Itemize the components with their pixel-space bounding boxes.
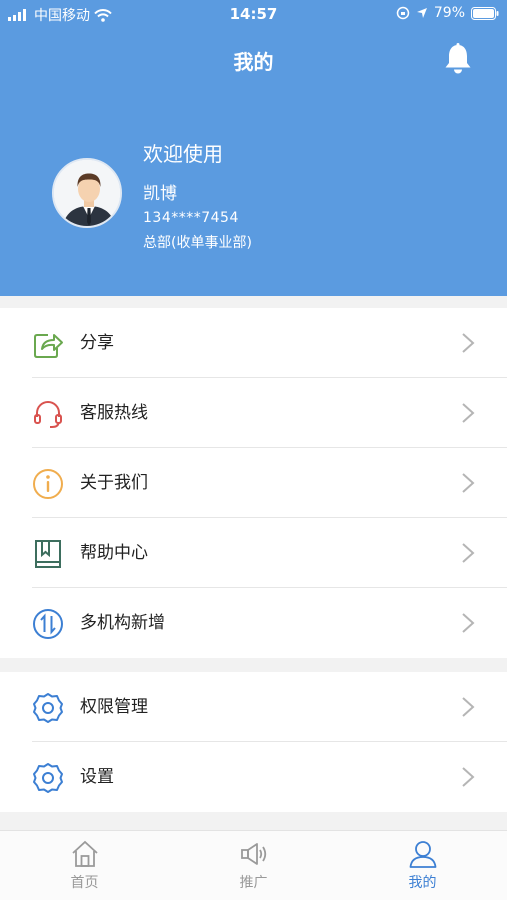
menu-group-1: 分享 客服热线 关于我们 帮助中心 多机构新增: [0, 308, 507, 658]
location-icon: [416, 8, 427, 18]
tab-home[interactable]: 首页: [0, 831, 169, 900]
bell-icon[interactable]: [441, 42, 475, 76]
menu-item-hotline[interactable]: 客服热线: [0, 378, 507, 448]
tab-promote[interactable]: 推广: [169, 831, 338, 900]
menu-item-add-institution[interactable]: 多机构新增: [0, 588, 507, 658]
tab-bar: 首页 推广 我的: [0, 830, 507, 900]
battery-percent: 79%: [433, 5, 465, 21]
menu-label-hotline: 客服热线: [80, 403, 148, 423]
menu-item-help[interactable]: 帮助中心: [0, 518, 507, 588]
page-title: 我的: [233, 50, 274, 74]
user-name: 凯博: [143, 184, 177, 204]
menu-item-about[interactable]: 关于我们: [0, 448, 507, 518]
home-icon: [71, 840, 98, 867]
battery-icon: [471, 6, 499, 20]
profile-header: 中国移动 14:57 79% 我的 欢迎使用 凯博 134****7454 总部…: [0, 0, 507, 296]
menu-item-permissions[interactable]: 权限管理: [0, 672, 507, 742]
menu-item-settings[interactable]: 设置: [0, 742, 507, 812]
user-department: 总部(收单事业部): [143, 235, 252, 251]
menu-label-settings: 设置: [80, 767, 114, 787]
menu-item-share[interactable]: 分享: [0, 308, 507, 378]
menu-label-help: 帮助中心: [80, 543, 148, 563]
chevron-right-icon: [462, 473, 475, 493]
tab-label-promote: 推广: [239, 875, 268, 891]
tab-mine[interactable]: 我的: [338, 831, 507, 900]
tab-label-mine: 我的: [408, 875, 437, 891]
avatar-person-icon: [54, 160, 120, 226]
chevron-right-icon: [462, 697, 475, 717]
book-icon: [35, 540, 61, 568]
megaphone-icon: [240, 843, 266, 865]
chevron-right-icon: [462, 403, 475, 423]
chevron-right-icon: [462, 767, 475, 787]
gear-icon: [33, 763, 63, 793]
info-icon: [33, 469, 63, 499]
menu-group-2: 权限管理 设置: [0, 672, 507, 812]
headset-icon: [34, 401, 62, 428]
tab-label-home: 首页: [70, 875, 99, 891]
chevron-right-icon: [462, 613, 475, 633]
menu-label-add-institution: 多机构新增: [80, 613, 165, 633]
menu-label-permissions: 权限管理: [80, 697, 148, 717]
menu-label-share: 分享: [80, 333, 114, 353]
status-right: 79%: [396, 5, 499, 21]
welcome-text: 欢迎使用: [143, 142, 223, 166]
user-phone: 134****7454: [143, 210, 239, 226]
status-bar: 中国移动 14:57 79%: [0, 0, 507, 28]
chevron-right-icon: [462, 333, 475, 353]
switch-icon: [33, 609, 63, 639]
avatar[interactable]: [52, 158, 122, 228]
menu-label-about: 关于我们: [80, 473, 148, 493]
share-icon: [34, 334, 63, 358]
gear-icon: [33, 693, 63, 723]
user-icon: [409, 841, 436, 868]
chevron-right-icon: [462, 543, 475, 563]
rotation-lock-icon: [396, 6, 410, 20]
